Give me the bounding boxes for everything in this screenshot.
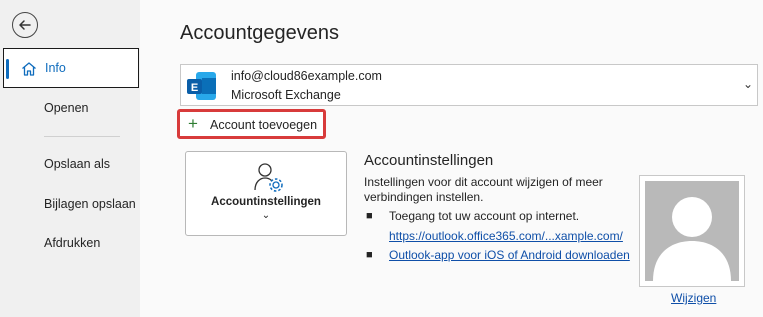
svg-text:E: E <box>191 82 198 94</box>
sidebar-item-afdrukken[interactable]: Afdrukken <box>3 223 139 263</box>
page-title: Accountgegevens <box>180 22 340 44</box>
sidebar-item-label: Afdrukken <box>44 236 101 250</box>
add-account-label: Account toevoegen <box>210 118 318 132</box>
section-description: Instellingen voor dit account wijzigen o… <box>364 175 603 204</box>
home-icon <box>22 62 36 76</box>
mobile-app-link[interactable]: Outlook-app voor iOS of Android download… <box>389 248 630 262</box>
account-settings-label: Accountinstellingen <box>211 196 321 208</box>
exchange-logo-icon: E <box>187 72 216 100</box>
arrow-left-icon <box>19 20 31 30</box>
sidebar-item-opslaan-als[interactable]: Opslaan als <box>3 144 139 184</box>
account-settings-button[interactable]: Accountinstellingen ⌄ <box>185 151 347 236</box>
sidebar-item-info[interactable]: Info <box>3 48 139 88</box>
sidebar-item-openen[interactable]: Openen <box>3 88 139 128</box>
back-button[interactable] <box>12 12 38 38</box>
change-photo-link[interactable]: Wijzigen <box>671 291 716 305</box>
outlook-web-link[interactable]: https://outlook.office365.com/...xample.… <box>389 229 623 243</box>
bullet-icon: ■ <box>366 249 373 261</box>
sidebar: Info Openen Opslaan als Bijlagen opslaan… <box>0 0 140 317</box>
account-selector[interactable]: E info@cloud86example.com Microsoft Exch… <box>180 64 758 106</box>
sidebar-item-bijlagen-opslaan[interactable]: Bijlagen opslaan <box>3 184 139 224</box>
sidebar-item-label: Bijlagen opslaan <box>44 197 136 211</box>
add-account-button[interactable]: + Account toevoegen <box>177 109 326 139</box>
sidebar-item-label: Info <box>45 61 66 75</box>
sidebar-divider <box>44 136 120 137</box>
account-email: info@cloud86example.com <box>231 69 382 83</box>
bullet-text: Toegang tot uw account op internet. <box>389 209 580 223</box>
plus-icon: + <box>188 114 198 133</box>
profile-photo <box>639 175 745 287</box>
chevron-down-icon: ⌄ <box>742 77 753 91</box>
account-type: Microsoft Exchange <box>231 88 341 102</box>
section-title: Accountinstellingen <box>364 152 494 169</box>
sidebar-item-label: Opslaan als <box>44 157 111 171</box>
person-gear-icon <box>254 163 283 192</box>
sidebar-item-label: Openen <box>44 101 89 115</box>
main-content: Accountgegevens E info@cloud86example.co… <box>140 0 763 317</box>
person-placeholder-icon <box>653 197 731 281</box>
chevron-down-icon: ⌄ <box>261 210 271 221</box>
bullet-icon: ■ <box>366 210 373 222</box>
